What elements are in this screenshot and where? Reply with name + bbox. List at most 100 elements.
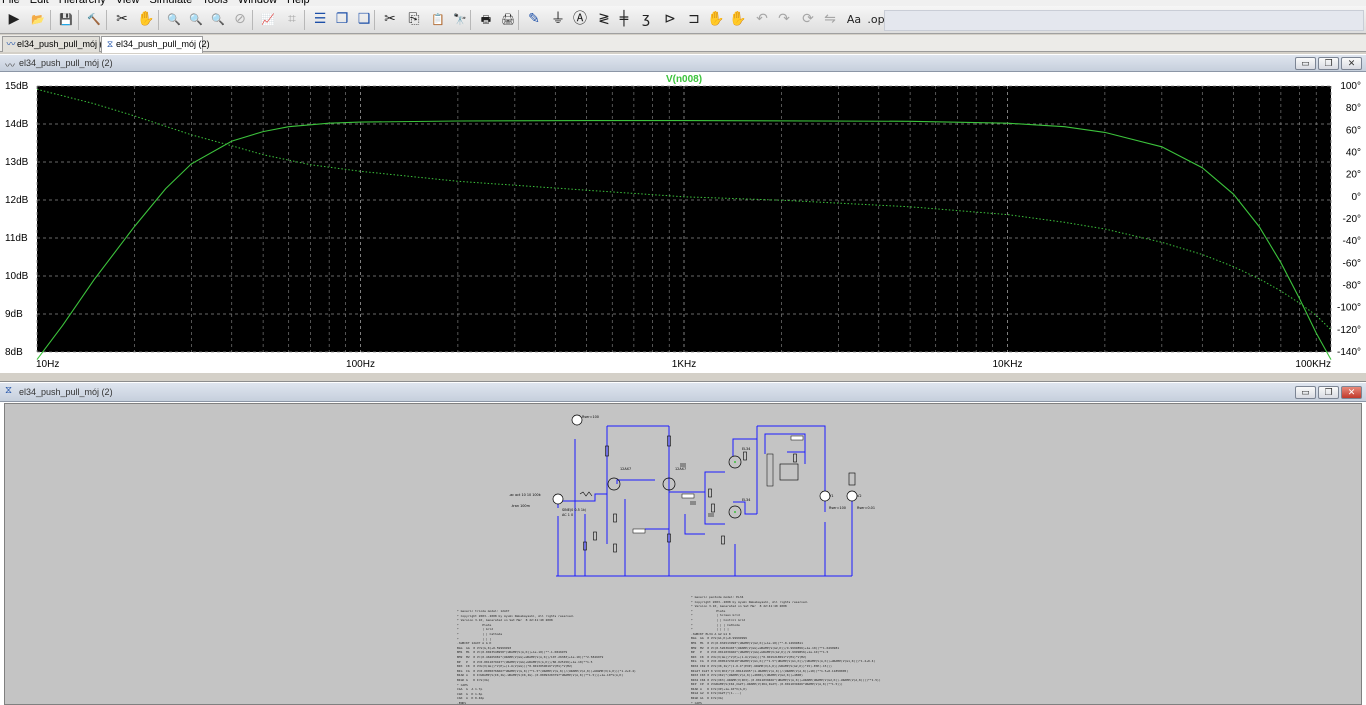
toolbar-separator: [518, 10, 519, 30]
pan-icon[interactable]: ✋: [136, 9, 156, 30]
resistor[interactable]: [708, 488, 712, 498]
schematic-window-title: el34_push_pull_mój (2): [19, 387, 113, 397]
wire: [733, 501, 757, 515]
cascade-icon[interactable]: ❐: [332, 9, 352, 30]
mirror-icon[interactable]: ⇋: [820, 9, 840, 30]
x-tick-label: 10KHz: [992, 359, 1022, 370]
ground-icon[interactable]: ⏚: [548, 9, 568, 30]
save-icon[interactable]: 💾: [56, 9, 76, 30]
control-panel-icon[interactable]: 🔨: [84, 9, 104, 30]
voltage-source-hv[interactable]: [571, 414, 583, 426]
draw-wire-icon[interactable]: ✎: [524, 9, 544, 30]
voltage-source-c[interactable]: [846, 490, 858, 502]
inductor-icon[interactable]: ʒ: [636, 9, 656, 30]
toolbar-separator: [158, 10, 159, 30]
move-icon[interactable]: ✋: [706, 9, 726, 30]
x-tick-label: 10Hz: [36, 359, 59, 370]
triode-v1[interactable]: [607, 477, 621, 491]
schematic-drawing[interactable]: .ac oct 10 10 100k .tran 100m SINE(0 0.5 1…: [5, 404, 1362, 705]
close-button[interactable]: ✕: [1341, 386, 1362, 399]
capacitor-icon[interactable]: ╪: [614, 9, 634, 30]
y2-tick-label: -140°: [1337, 347, 1361, 358]
tile-vertical-icon[interactable]: ❑: [354, 9, 374, 30]
copy-icon[interactable]: ⎘: [404, 9, 424, 30]
triode-model-directive[interactable]: * Generic triode model: 12AX7 * Copyrigh…: [457, 609, 636, 704]
label-net-icon[interactable]: Ⓐ: [570, 9, 590, 30]
plot-window-title: el34_push_pull_mój (2): [19, 58, 113, 68]
schematic-window: ⧖ el34_push_pull_mój (2) ▭ ❐ ✕ .ac oct 1…: [0, 382, 1366, 705]
redo-icon[interactable]: ↷: [774, 9, 794, 30]
window-splitter[interactable]: [0, 372, 1366, 382]
source-value-label: SINE(0 0.5 1k): [562, 508, 587, 512]
cut-icon[interactable]: ✂: [380, 9, 400, 30]
resistor[interactable]: [793, 453, 797, 463]
drag-icon[interactable]: ✋: [728, 9, 748, 30]
zoom-out-icon[interactable]: 🔍: [208, 9, 228, 30]
schematic-canvas[interactable]: .ac oct 10 10 100k .tran 100m SINE(0 0.5 1…: [4, 403, 1362, 705]
resistor-icon[interactable]: ≷: [594, 9, 614, 30]
signal-source[interactable]: [552, 493, 564, 505]
y2-tick-label: 0°: [1351, 192, 1361, 203]
bode-plot[interactable]: V(n008) 8dB 9dB 10dB 11dB 12dB 13dB 14dB 15dB -14…: [0, 72, 1366, 372]
resistor[interactable]: [711, 503, 715, 513]
plot-window-titlebar: 〰 el34_push_pull_mój (2) ▭ ❐ ✕: [0, 54, 1366, 72]
x-tick-label: 100Hz: [346, 359, 375, 370]
grid-icon[interactable]: ⌗: [282, 9, 302, 30]
plot-pane[interactable]: V(n008) 8dB 9dB 10dB 11dB 12dB 13dB 14dB 15dB -14…: [0, 72, 1366, 372]
print-icon[interactable]: 🖶: [476, 9, 496, 30]
zoom-in-icon[interactable]: 🔍: [164, 9, 184, 30]
spice-directive-icon[interactable]: .op: [866, 9, 886, 30]
rotate-icon[interactable]: ⟳: [798, 9, 818, 30]
tab-label: el34_push_pull_mój (2): [17, 39, 111, 49]
tab-schematic[interactable]: ⧖ el34_push_pull_mój (2): [101, 36, 210, 53]
plot-window: 〰 el34_push_pull_mój (2) ▭ ❐ ✕ V(n008) 8d…: [0, 54, 1366, 372]
resistor[interactable]: [613, 543, 617, 553]
y2-tick-label: 60°: [1346, 125, 1361, 136]
open-icon[interactable]: 📂: [28, 9, 48, 30]
waveform-icon: 〰: [6, 39, 16, 49]
halt-icon[interactable]: ✂: [112, 9, 132, 30]
zoom-back-icon[interactable]: 🔍: [186, 9, 206, 30]
transformer-core[interactable]: [766, 453, 774, 487]
undo-icon[interactable]: ↶: [752, 9, 772, 30]
net-label-flag[interactable]: [681, 493, 695, 499]
minimize-button[interactable]: ▭: [1295, 57, 1316, 70]
y2-tick-label: 100°: [1340, 81, 1361, 92]
schematic-icon: ⧖: [106, 39, 114, 49]
tube-part-label: 12AX7: [620, 467, 631, 471]
run-icon[interactable]: ▶: [4, 9, 24, 30]
waveform-icon: 〰: [5, 61, 15, 72]
pentode-model-directive[interactable]: * Generic pentode model: EL34 * Copyrigh…: [691, 595, 881, 704]
paste-icon[interactable]: 📋: [428, 9, 448, 30]
source-series-label: Rser=100: [829, 506, 846, 510]
close-button[interactable]: ✕: [1341, 57, 1362, 70]
resistor[interactable]: [743, 451, 747, 461]
tab-waveform[interactable]: 〰 el34_push_pull_mój (2): [2, 36, 111, 52]
potentiometer[interactable]: [579, 491, 593, 497]
restore-button[interactable]: ❐: [1318, 386, 1339, 399]
zoom-fit-icon[interactable]: ⊘: [230, 9, 250, 30]
diode-icon[interactable]: ⊳: [660, 9, 680, 30]
print-setup-icon[interactable]: 🖨: [498, 9, 518, 30]
resistor[interactable]: [721, 535, 725, 545]
autorange-icon[interactable]: 📈: [258, 9, 278, 30]
restore-button[interactable]: ❐: [1318, 57, 1339, 70]
wire: [684, 514, 705, 535]
y2-tick-label: -20°: [1343, 214, 1361, 225]
minimize-button[interactable]: ▭: [1295, 386, 1316, 399]
resistor[interactable]: [613, 513, 617, 523]
y2-tick-label: 40°: [1346, 148, 1361, 159]
trace-name-label: V(n008): [666, 74, 702, 85]
resistor[interactable]: [593, 531, 597, 541]
tube-heater-mark[interactable]: [734, 511, 736, 513]
text-icon[interactable]: Aa: [844, 9, 864, 30]
net-label-flag[interactable]: [632, 528, 646, 534]
tube-heater-mark[interactable]: [734, 461, 736, 463]
net-label-flag[interactable]: [790, 435, 804, 441]
document-tabs: 〰 el34_push_pull_mój (2) ⧖ el34_push_pull_…: [0, 35, 1366, 53]
component-icon[interactable]: ⊐: [684, 9, 704, 30]
battery[interactable]: [848, 472, 856, 486]
find-icon[interactable]: 🔭: [450, 9, 470, 30]
output-transformer[interactable]: [779, 463, 799, 481]
tile-horizontal-icon[interactable]: ☰: [310, 9, 330, 30]
